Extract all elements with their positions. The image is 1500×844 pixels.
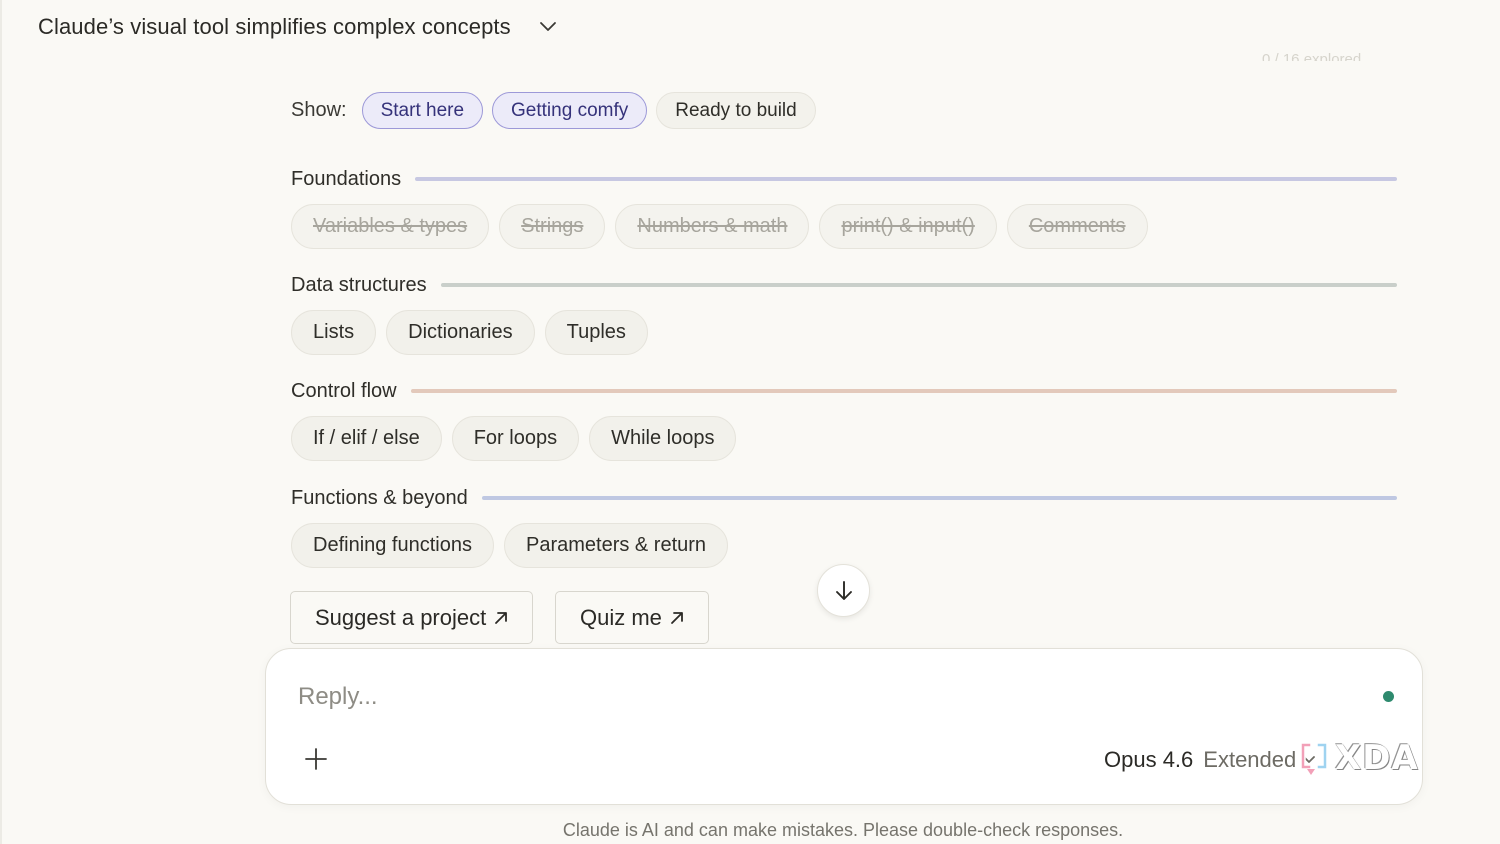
topic-label: While loops [611, 427, 715, 449]
topic-chip-strings[interactable]: Strings [499, 204, 606, 249]
topic-label: Dictionaries [408, 321, 513, 343]
topic-label: Defining functions [313, 534, 472, 556]
topic-label: Comments [1028, 215, 1126, 237]
plus-icon [305, 748, 327, 770]
topic-label: print() & input() [841, 215, 975, 237]
section-data-structures: Data structures Lists Dictionaries Tuple… [291, 272, 1397, 355]
topic-chip-variables-types[interactable]: Variables & types [291, 204, 490, 249]
topic-label: If / elif / else [313, 427, 420, 449]
filter-ready-to-build[interactable]: Ready to build [656, 92, 816, 129]
topic-label: Numbers & math [637, 215, 788, 237]
arrow-up-right-icon [671, 611, 683, 624]
filter-pill-label: Ready to build [675, 99, 797, 121]
chevron-down-icon [539, 22, 556, 31]
suggest-project-button[interactable]: Suggest a project [290, 591, 534, 644]
section-divider [481, 496, 1397, 500]
status-indicator-dot [1383, 691, 1394, 702]
quiz-me-label: Quiz me [580, 604, 662, 630]
topic-chip-tuples[interactable]: Tuples [544, 310, 648, 355]
topic-chip-while-loops[interactable]: While loops [589, 416, 737, 461]
scroll-to-bottom-button[interactable] [817, 564, 870, 617]
topic-chip-print-input[interactable]: print() & input() [819, 204, 997, 249]
filter-pill-label: Getting comfy [511, 99, 629, 121]
model-name: Opus 4.6 [1104, 747, 1194, 772]
section-title: Foundations [291, 167, 402, 190]
filter-pill-label: Start here [380, 99, 465, 121]
arrow-up-right-icon [495, 611, 508, 624]
message-composer: Opus 4.6 Extended [265, 648, 1423, 805]
level-filter: Show: Start here Getting comfy Ready to … [291, 92, 825, 129]
topic-chip-lists[interactable]: Lists [291, 310, 377, 355]
topic-label: Lists [313, 321, 355, 343]
topic-chip-defining-functions[interactable]: Defining functions [291, 523, 494, 568]
topic-label: Strings [521, 215, 584, 237]
topic-chip-for-loops[interactable]: For loops [451, 416, 580, 461]
window-edge [0, 0, 2, 844]
watermark-text: XDA [1335, 738, 1419, 778]
section-foundations: Foundations Variables & types Strings Nu… [291, 166, 1397, 249]
topic-chip-comments[interactable]: Comments [1006, 204, 1148, 249]
section-title: Data structures [291, 273, 427, 296]
section-divider [410, 389, 1397, 393]
progress-counter: 0 / 16 explored [1262, 51, 1362, 61]
conversation-menu-button[interactable] [537, 16, 559, 38]
topic-chip-parameters-return[interactable]: Parameters & return [503, 523, 729, 568]
conversation-header: Claude’s visual tool simplifies complex … [0, 0, 1500, 54]
filter-start-here[interactable]: Start here [361, 92, 484, 129]
filter-label: Show: [291, 99, 347, 121]
model-mode: Extended [1203, 747, 1297, 772]
topic-label: For loops [473, 427, 558, 449]
arrow-down-icon [835, 580, 852, 600]
disclaimer-text: Claude is AI and can make mistakes. Plea… [562, 820, 1124, 840]
conversation-title[interactable]: Claude’s visual tool simplifies complex … [38, 14, 511, 40]
model-selector[interactable]: Opus 4.6 Extended [1104, 745, 1316, 775]
topic-chip-numbers-math[interactable]: Numbers & math [615, 204, 810, 249]
section-title: Functions & beyond [291, 486, 468, 509]
add-attachment-button[interactable] [302, 745, 330, 773]
section-divider [415, 177, 1397, 181]
topic-label: Tuples [566, 321, 626, 343]
section-functions-beyond: Functions & beyond Defining functions Pa… [291, 485, 1397, 568]
filter-getting-comfy[interactable]: Getting comfy [492, 92, 648, 129]
topic-label: Parameters & return [525, 534, 707, 556]
xda-logo-icon [1300, 742, 1328, 775]
topic-label: Variables & types [313, 215, 468, 237]
suggest-project-label: Suggest a project [315, 604, 487, 630]
quiz-me-button[interactable]: Quiz me [555, 591, 709, 644]
reply-input[interactable] [298, 679, 1338, 715]
topic-chip-if-elif-else[interactable]: If / elif / else [291, 416, 442, 461]
xda-watermark: XDA [1297, 738, 1419, 778]
topic-chip-dictionaries[interactable]: Dictionaries [386, 310, 535, 355]
section-divider [440, 283, 1397, 287]
section-control-flow: Control flow If / elif / else For loops … [291, 378, 1397, 461]
section-title: Control flow [291, 379, 397, 402]
